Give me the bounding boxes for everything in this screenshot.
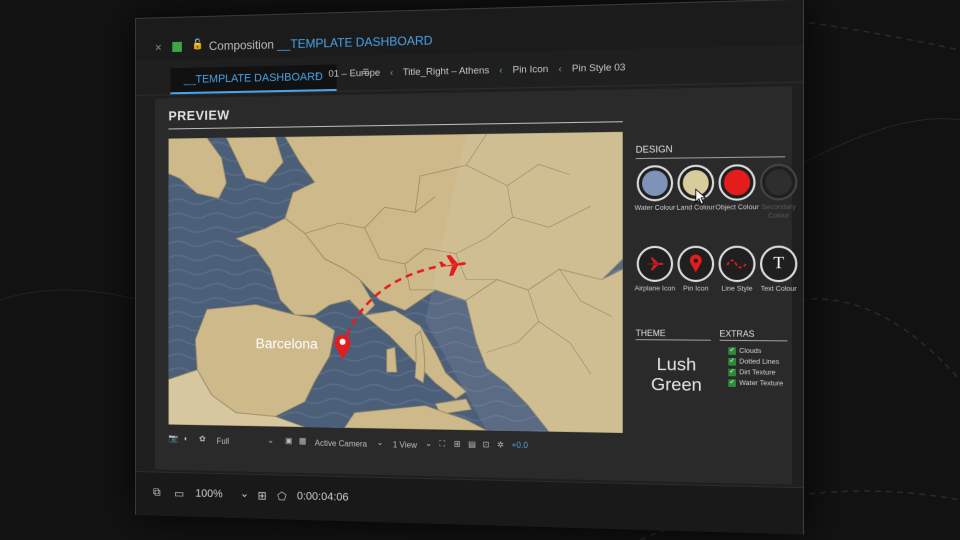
breadcrumb: ‹ 01 – Europe ‹ Title_Right – Athens ‹ P…	[309, 62, 626, 80]
transparency-grid-icon[interactable]: ▦	[299, 436, 306, 445]
pin-icon	[677, 245, 715, 283]
extra-label: Dotted Lines	[739, 358, 780, 367]
preview-title: PREVIEW	[168, 107, 230, 124]
text-colour-button[interactable]: T Text Colour	[757, 245, 801, 295]
label-color-icon[interactable]	[172, 41, 182, 53]
close-icon[interactable]: ×	[155, 40, 162, 54]
theme-line-2: Green	[650, 374, 702, 396]
zoom-value: 100%	[195, 487, 223, 501]
lock-icon[interactable]: 🔓	[192, 39, 204, 50]
resolution-value: Full	[216, 436, 230, 446]
secondary-colour-swatch-icon	[759, 163, 798, 201]
composition-viewer[interactable]: PREVIEW Barcelona DESIGN Water Colour La…	[155, 86, 798, 485]
viewer-footer: 📷 ◐ ✿ Full ⌄ ▣ ▦ Active Camera ⌄ 1 View …	[168, 432, 785, 461]
fast-previews-icon[interactable]: ⊞	[454, 439, 461, 448]
extra-water-texture[interactable]: ✓ Water Texture	[728, 378, 783, 389]
panel-title-comp: __TEMPLATE DASHBOARD	[277, 33, 433, 52]
channel-icon[interactable]: ✿	[199, 434, 205, 443]
checkbox-icon[interactable]: ✓	[728, 347, 736, 355]
line-style-label: Line Style	[721, 285, 753, 293]
design-divider	[635, 156, 786, 160]
theme-line-1: Lush	[656, 354, 697, 375]
text-icon: T	[759, 245, 798, 283]
extra-dirt-texture[interactable]: ✓ Dirt Texture	[728, 368, 783, 379]
line-style-icon	[718, 245, 756, 283]
mouse-cursor-icon	[695, 188, 708, 205]
panel-title: Composition __TEMPLATE DASHBOARD	[209, 33, 433, 53]
grid-guides-icon[interactable]: ⊞	[258, 489, 267, 502]
airplane-icon-button[interactable]: Airplane Icon	[634, 245, 677, 294]
text-colour-label: Text Colour	[760, 285, 797, 293]
breadcrumb-separator: ‹	[499, 64, 503, 77]
pin-icon-label: Pin Icon	[683, 285, 709, 293]
pin-icon-button[interactable]: Pin Icon	[674, 245, 717, 294]
extras-divider	[719, 339, 788, 342]
composition-panel: × 🔓 Composition __TEMPLATE DASHBOARD __T…	[135, 0, 805, 535]
breadcrumb-separator: ‹	[558, 63, 562, 75]
extras-title: EXTRAS	[719, 329, 755, 339]
water-colour-label: Water Colour	[634, 204, 676, 213]
airplane-icon-label: Airplane Icon	[634, 285, 676, 293]
extra-label: Water Texture	[739, 379, 784, 388]
city-label: Barcelona	[255, 334, 318, 352]
land-colour-label: Land Colour	[676, 204, 715, 212]
panel-title-prefix: Composition	[208, 37, 274, 54]
zoom-dropdown-icon[interactable]: ⌄	[240, 487, 249, 500]
extra-dotted-lines[interactable]: ✓ Dotted Lines	[728, 357, 783, 368]
breadcrumb-separator: ‹	[315, 68, 319, 81]
views-dropdown-icon[interactable]: ⌄	[425, 439, 432, 448]
tab-menu-icon[interactable]: ≡	[363, 66, 369, 78]
text-icon-glyph: T	[773, 254, 785, 273]
line-style-button[interactable]: Line Style	[715, 245, 759, 294]
toggle-pixel-aspect-icon[interactable]: ⛶	[439, 439, 445, 449]
extra-clouds[interactable]: ✓ Clouds	[728, 346, 783, 357]
camera-value: Active Camera	[314, 438, 368, 449]
breadcrumb-item-athens[interactable]: Title_Right – Athens	[403, 65, 490, 78]
views-value: 1 View	[392, 440, 417, 450]
europe-map	[168, 131, 623, 434]
timecode[interactable]: 0:00:04:06	[297, 490, 349, 504]
camera-dropdown-icon[interactable]: ⌄	[377, 438, 384, 447]
secondary-colour-label: Secondary Colour	[761, 203, 796, 220]
exposure-value[interactable]: +0.0	[512, 440, 528, 450]
checkbox-icon[interactable]: ✓	[728, 368, 736, 377]
resolution-dropdown-icon[interactable]: ⌄	[267, 436, 274, 445]
water-colour-swatch-icon	[636, 165, 674, 202]
always-preview-icon[interactable]: ⧉	[153, 486, 161, 499]
theme-value[interactable]: Lush Green	[644, 354, 709, 395]
breadcrumb-item-pin-icon[interactable]: Pin Icon	[513, 64, 549, 76]
show-snapshot-icon[interactable]: ◐	[184, 434, 189, 443]
water-colour-button[interactable]: Water Colour	[634, 165, 677, 213]
mask-visibility-icon[interactable]: ⬠	[277, 490, 286, 503]
flowchart-icon[interactable]: ⊡	[483, 440, 490, 450]
object-colour-label: Object Colour	[715, 203, 759, 212]
object-colour-button[interactable]: Object Colour	[715, 164, 759, 213]
breadcrumb-item-europe[interactable]: 01 – Europe	[328, 67, 380, 79]
extra-label: Clouds	[739, 347, 762, 356]
object-colour-swatch-icon	[718, 164, 756, 201]
extra-label: Dirt Texture	[739, 368, 776, 377]
exposure-reset-icon[interactable]: ✲	[497, 440, 504, 450]
timeline-icon[interactable]: ▤	[468, 440, 476, 450]
checkbox-icon[interactable]: ✓	[728, 379, 736, 387]
breadcrumb-item-pin-style[interactable]: Pin Style 03	[572, 62, 626, 75]
airplane-icon	[636, 245, 674, 282]
theme-title: THEME	[635, 328, 666, 339]
monitor-icon[interactable]: ▭	[174, 487, 184, 500]
preview-divider	[168, 121, 623, 130]
map-preview[interactable]: Barcelona	[168, 131, 623, 434]
checkbox-icon[interactable]: ✓	[728, 357, 736, 366]
design-title: DESIGN	[635, 143, 673, 155]
breadcrumb-separator: ‹	[389, 67, 394, 79]
theme-divider	[635, 339, 711, 341]
extras-list: ✓ Clouds ✓ Dotted Lines ✓ Dirt Texture ✓ Wat…	[728, 346, 783, 390]
snapshot-icon[interactable]: 📷	[168, 434, 178, 443]
secondary-colour-button[interactable]: Secondary Colour	[757, 163, 801, 221]
region-of-interest-icon[interactable]: ▣	[285, 436, 292, 445]
